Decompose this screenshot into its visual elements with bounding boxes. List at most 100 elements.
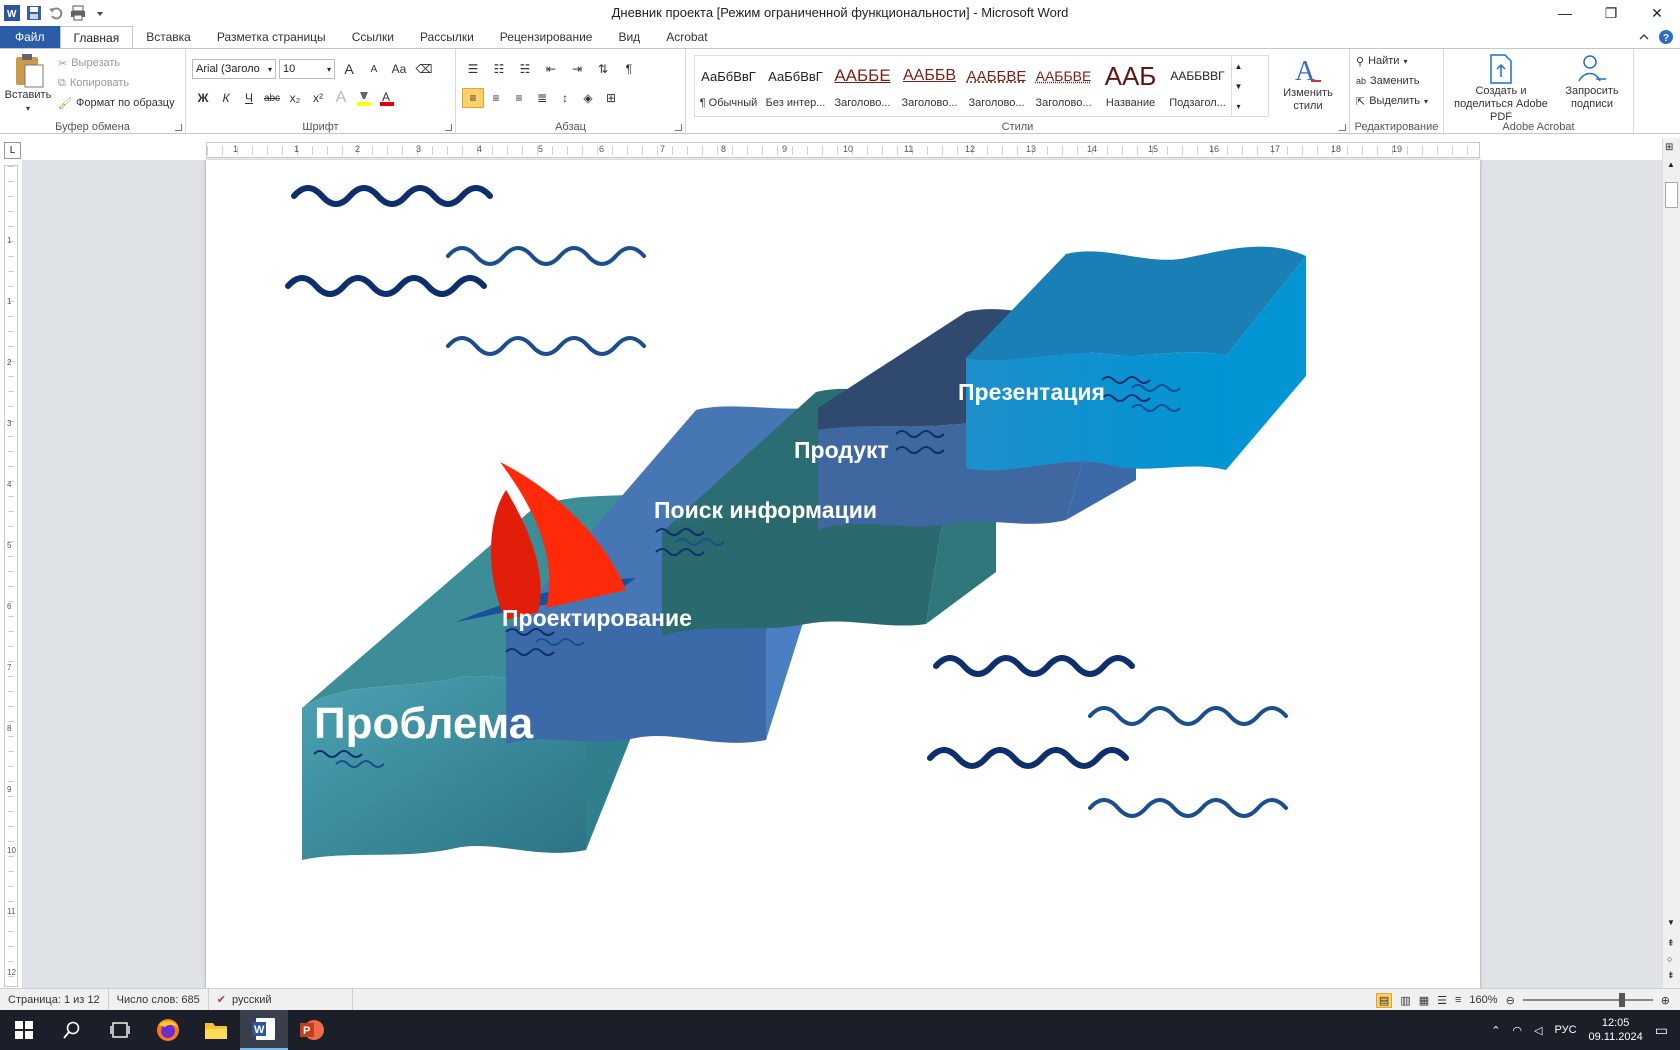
clipboard-dialog-launcher[interactable] [175,124,182,131]
input-language[interactable]: РУС [1554,1024,1576,1036]
horizontal-ruler[interactable]: 1 1 2 3 4 5 6 7 8 9 10 11 12 13 14 15 16 17 18 19 [206,142,1480,158]
align-right-icon[interactable]: ≡ [508,88,530,108]
show-hidden-icons-icon[interactable]: ⌃ [1491,1024,1500,1037]
pilcrow-icon[interactable]: ¶ [618,59,640,79]
change-styles-button[interactable]: A Изменить стили [1276,53,1340,113]
word-count[interactable]: Число слов: 685 [109,988,209,1011]
start-button[interactable] [0,1010,48,1050]
tab-file[interactable]: Файл [0,26,60,48]
volume-icon[interactable]: ◁ [1534,1024,1542,1037]
zoom-level[interactable]: 160% [1469,994,1497,1006]
language-indicator[interactable]: ✔ русский [209,988,353,1011]
tab-page-layout[interactable]: Разметка страницы [204,26,339,48]
outline-icon[interactable]: ☰ [1437,994,1447,1007]
undo-icon[interactable] [48,5,64,21]
draft-icon[interactable]: ≡ [1455,994,1461,1006]
vertical-ruler[interactable]: 112345678910111213 [4,165,18,1038]
taskbar-explorer[interactable] [192,1010,240,1050]
highlight-icon[interactable] [353,88,375,108]
clear-format-icon[interactable]: ⌫ [413,59,435,79]
change-case-button[interactable]: Aa [388,59,410,79]
format-painter-button[interactable]: 🖌 Формат по образцу [58,93,175,113]
paragraph-dialog-launcher[interactable] [675,124,682,131]
find-button[interactable]: ⚲ Найти ▾ [1356,51,1428,71]
style-heading-4[interactable]: ААББВЕ Заголово... [1030,56,1097,116]
word-app-icon[interactable]: W [4,5,20,21]
cut-button[interactable]: ✂ Вырезать [58,53,175,73]
subscript-button[interactable]: x₂ [284,88,306,108]
full-screen-reading-icon[interactable]: ▥ [1400,994,1410,1007]
notifications-icon[interactable]: ▭ [1655,1022,1668,1039]
taskbar-powerpoint[interactable]: P [288,1010,336,1050]
zoom-in-icon[interactable]: ⊕ [1661,994,1670,1007]
select-button[interactable]: ⇱ Выделить ▾ [1356,91,1428,111]
zoom-slider[interactable] [1522,993,1653,1007]
text-effects-icon[interactable]: A [330,88,352,108]
save-icon[interactable] [26,5,42,21]
tab-home[interactable]: Главная [59,26,134,48]
zoom-slider-knob[interactable] [1618,993,1625,1007]
help-icon[interactable]: ? [1658,29,1674,48]
superscript-button[interactable]: x² [307,88,329,108]
tab-mailings[interactable]: Рассылки [407,26,487,48]
clock[interactable]: 12:05 09.11.2024 [1589,1016,1643,1044]
task-view-button[interactable] [96,1010,144,1050]
next-page-icon[interactable]: ⇟ [1667,970,1675,981]
more-icon[interactable]: ▾ [1236,102,1240,111]
taskbar-firefox[interactable] [144,1010,192,1050]
bold-button[interactable]: Ж [192,88,214,108]
tab-view[interactable]: Вид [605,26,653,48]
tab-stop-selector[interactable]: L [4,142,21,159]
paste-button[interactable]: Вставить ▾ [4,53,52,115]
tab-acrobat[interactable]: Acrobat [653,26,720,48]
chevron-down-icon[interactable]: ▼ [1235,82,1243,91]
underline-button[interactable]: Ч [238,88,260,108]
web-layout-icon[interactable]: ▦ [1419,994,1429,1007]
font-size-box[interactable]: 10 ▾ [279,59,335,79]
request-signatures-button[interactable]: Запросить подписи [1556,53,1628,111]
document-page[interactable]: Проблема Проектирование Поиск информации… [206,160,1480,990]
customize-qat-icon[interactable] [92,5,108,21]
vertical-scrollbar[interactable]: ⊞ ▲ ▼ ⇞ ○ ⇟ [1662,138,1680,990]
style-subtitle[interactable]: ААББВВГ Подзагол... [1164,56,1231,116]
shading-icon[interactable]: ◈ [577,88,599,108]
increase-indent-icon[interactable]: ⇥ [566,59,588,79]
font-color-icon[interactable]: A [376,88,398,108]
multilevel-list-icon[interactable]: ☵ [514,59,536,79]
italic-button[interactable]: К [215,88,237,108]
minimize-button[interactable]: — [1542,0,1588,26]
copy-button[interactable]: ⧉ Копировать [58,73,175,93]
strikethrough-button[interactable]: abc [261,88,283,108]
network-icon[interactable]: ◠ [1512,1024,1522,1037]
tab-review[interactable]: Рецензирование [487,26,606,48]
justify-icon[interactable]: ≣ [531,88,553,108]
zoom-out-icon[interactable]: ⊖ [1506,994,1515,1007]
style-heading-3[interactable]: ААББВЕ Заголово... [963,56,1030,116]
sort-icon[interactable]: ⇅ [592,59,614,79]
style-normal[interactable]: АаБбВвГ ¶ Обычный [695,56,762,116]
borders-icon[interactable]: ⊞ [600,88,622,108]
font-dialog-launcher[interactable] [445,124,452,131]
tab-insert[interactable]: Вставка [133,26,204,48]
bullets-icon[interactable]: ☰ [462,59,484,79]
style-no-spacing[interactable]: АаБбВвГ Без интер... [762,56,829,116]
tab-references[interactable]: Ссылки [339,26,407,48]
styles-dialog-launcher[interactable] [1339,124,1346,131]
print-layout-icon[interactable]: ▤ [1375,992,1393,1008]
search-button[interactable] [48,1010,96,1050]
style-heading-2[interactable]: ААББВ Заголово... [896,56,963,116]
style-heading-1[interactable]: ААББЕ Заголово... [829,56,896,116]
print-icon[interactable] [70,5,86,21]
replace-button[interactable]: ab Заменить [1356,71,1428,91]
previous-page-icon[interactable]: ⇞ [1667,938,1675,949]
scrollbar-thumb[interactable] [1665,182,1678,208]
grow-font-button[interactable]: A [338,59,360,79]
taskbar-word[interactable]: W [240,1010,288,1050]
maximize-button[interactable]: ❐ [1588,0,1634,26]
ruler-toggle-icon[interactable]: ⊞ [1665,142,1673,153]
shrink-font-button[interactable]: A [363,59,385,79]
decrease-indent-icon[interactable]: ⇤ [540,59,562,79]
font-name-box[interactable]: Arial (Заголо ▾ [192,59,276,79]
style-title[interactable]: ААБ Название [1097,56,1164,116]
create-share-pdf-button[interactable]: Создать и поделиться Adobe PDF [1450,53,1552,124]
